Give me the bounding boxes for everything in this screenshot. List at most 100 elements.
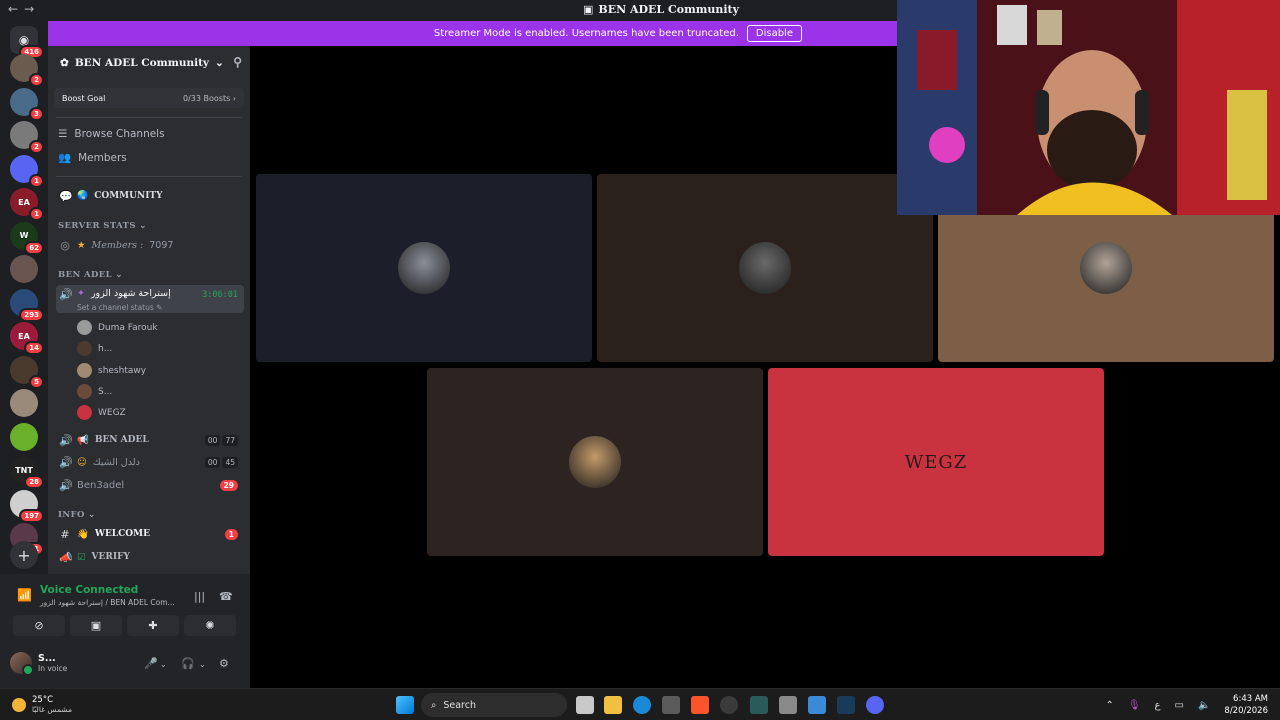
channel-voice-ben-adel[interactable]: 🔊 📢 BEN ADEL 00 77	[56, 430, 244, 450]
add-server-button[interactable]: +	[10, 541, 38, 569]
server-icon[interactable]: 1	[10, 154, 44, 188]
server-icon[interactable]	[10, 422, 38, 451]
language-indicator[interactable]: ع	[1155, 700, 1161, 711]
mention-badge: 29	[219, 479, 238, 491]
voice-user[interactable]: S...	[77, 384, 112, 399]
channel-sidebar: ✿ BEN ADEL Community ⌄ ⚲ Boost Goal 0/33…	[48, 46, 250, 574]
stat-value: 7097	[149, 239, 174, 251]
category-info[interactable]: INFO ⌄	[58, 510, 96, 520]
voice-limit: 45	[222, 456, 238, 468]
voice-user[interactable]: WEGZ	[77, 405, 126, 420]
microphone-icon[interactable]: 🎤	[144, 657, 158, 670]
forward-arrow-icon[interactable]: →	[24, 2, 40, 16]
avatar	[77, 363, 92, 378]
server-icon[interactable]: 2	[10, 54, 44, 87]
chevron-down-icon[interactable]: ⌄	[199, 660, 206, 669]
disconnect-icon[interactable]: ☎	[219, 590, 233, 603]
edge-icon[interactable]	[633, 696, 651, 714]
server-icon[interactable]: 197	[10, 489, 44, 523]
voice-user[interactable]: Duma Farouk	[77, 320, 158, 335]
voice-limit: 77	[222, 434, 238, 446]
server-icon[interactable]: 2	[10, 121, 44, 154]
sparkle-icon: ✦	[77, 288, 85, 299]
channel-community[interactable]: 💬 🌏 COMMUNITY	[56, 186, 244, 206]
video-tile[interactable]: WEGZ	[768, 368, 1104, 556]
microphone-icon[interactable]: 🎙	[1128, 700, 1141, 711]
server-icon[interactable]: EA 14	[10, 322, 44, 355]
signal-icon[interactable]: 📶	[17, 588, 32, 602]
video-tile[interactable]	[256, 174, 592, 362]
webcam-overlay	[897, 0, 1280, 215]
activities-button[interactable]: ✚	[127, 615, 179, 636]
channel-status-hint[interactable]: Set a channel status ✎	[77, 303, 162, 312]
disable-button[interactable]: Disable	[746, 25, 802, 42]
category-server-stats[interactable]: SERVER STATS ⌄	[58, 221, 147, 231]
screen-share-button[interactable]: ▣	[70, 615, 122, 636]
voice-user[interactable]: h...	[77, 341, 112, 356]
server-icon[interactable]: 5	[10, 355, 44, 389]
unread-badge: 1	[224, 528, 238, 540]
category-ben-adel[interactable]: BEN ADEL ⌄	[58, 270, 123, 280]
app-icon[interactable]	[720, 696, 738, 714]
voice-user[interactable]: sheshtawy	[77, 363, 146, 378]
brave-icon[interactable]	[691, 696, 709, 714]
globe-icon: 🌏	[77, 191, 89, 201]
search-box[interactable]: ⌕ Search	[421, 693, 567, 717]
channel-welcome[interactable]: # 👋 WELCOME 1	[56, 524, 244, 544]
headphones-icon[interactable]: 🎧	[181, 657, 195, 670]
channel-verify[interactable]: 📣 ☑ VERIFY	[56, 547, 244, 567]
server-icon[interactable]	[10, 389, 38, 417]
task-view-icon[interactable]	[576, 696, 594, 714]
video-tile[interactable]	[597, 174, 933, 362]
clock[interactable]: 6:43 AM 8/20/2026	[1224, 693, 1268, 717]
noise-suppression-icon[interactable]: |||	[194, 590, 205, 603]
channel-voice-3[interactable]: 🔊 ☺ دلدل الشيك 00 45	[56, 452, 244, 472]
chevron-up-icon[interactable]: ⌃	[1105, 700, 1113, 711]
server-icon[interactable]: 3	[10, 87, 44, 121]
server-icon[interactable]: EA 1	[10, 188, 44, 221]
server-initials: TNT	[15, 465, 33, 475]
list-icon: ☰	[58, 128, 68, 140]
soundboard-button[interactable]: ✺	[184, 615, 236, 636]
server-icon[interactable]: 293	[10, 288, 44, 322]
gear-icon[interactable]: ⚙	[219, 657, 229, 670]
volume-icon[interactable]: 🔈	[1198, 700, 1210, 711]
banner-text: Streamer Mode is enabled. Usernames have…	[433, 28, 739, 39]
boost-goal[interactable]: Boost Goal 0/33 Boosts ›	[54, 88, 244, 108]
app-icon[interactable]	[808, 696, 826, 714]
weather-widget[interactable]: 25°C مشمس غالبًا	[12, 695, 72, 714]
server-icon[interactable]: W 62	[10, 221, 44, 255]
home-button[interactable]: ◉ 416	[10, 26, 44, 59]
invite-people-icon[interactable]: ⚲	[233, 55, 242, 69]
server-icon[interactable]: TNT 28	[10, 456, 44, 489]
server-badge: 28	[24, 475, 44, 489]
star-icon: ★	[77, 239, 86, 251]
channel-name: WELCOME	[94, 529, 150, 539]
windows-start-icon[interactable]	[396, 696, 414, 714]
server-icon[interactable]	[10, 255, 38, 283]
video-tile[interactable]	[427, 368, 763, 556]
app-icon[interactable]	[750, 696, 768, 714]
category-label: INFO	[58, 510, 85, 520]
members-link[interactable]: 👥 Members	[58, 151, 127, 165]
voice-count: 00	[204, 456, 221, 468]
username: Duma Farouk	[98, 322, 158, 333]
camera-off-icon: ⊘	[34, 619, 44, 632]
steam-icon[interactable]	[837, 696, 855, 714]
voice-location[interactable]: إستراحة شهود الزور / BEN ADEL Com...	[40, 598, 175, 607]
server-header[interactable]: ✿ BEN ADEL Community ⌄ ⚲	[48, 46, 250, 79]
file-explorer-icon[interactable]	[604, 696, 622, 714]
channel-voice-ben3adel[interactable]: 🔊 Ben3adel 29	[56, 475, 244, 495]
network-icon[interactable]: ▭	[1175, 700, 1184, 711]
camera-button[interactable]: ⊘	[13, 615, 65, 636]
discord-icon[interactable]	[866, 696, 884, 714]
browse-channels[interactable]: ☰ Browse Channels	[58, 128, 165, 140]
channel-members-stat[interactable]: ◎ ★ Members : 7097	[56, 235, 244, 255]
chevron-down-icon[interactable]: ⌄	[160, 660, 167, 669]
back-arrow-icon[interactable]: ←	[8, 2, 24, 16]
store-icon[interactable]	[662, 696, 680, 714]
settings-icon[interactable]	[779, 696, 797, 714]
voice-connected-label[interactable]: Voice Connected	[40, 584, 138, 596]
activities-icon: ✚	[148, 619, 158, 632]
user-area[interactable]: S... In voice	[10, 652, 67, 676]
